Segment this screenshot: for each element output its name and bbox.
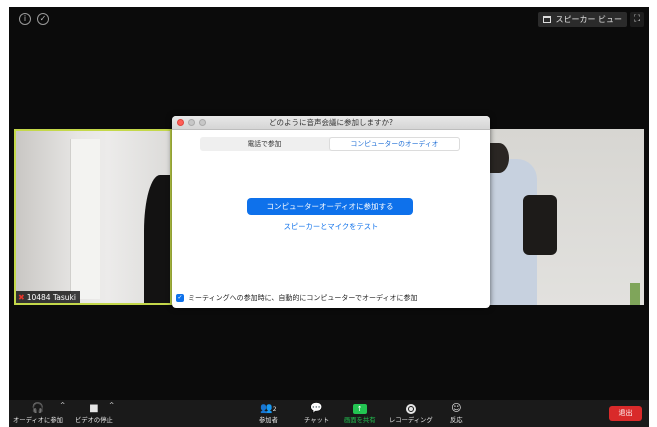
audio-options-caret-icon[interactable]: ^ (60, 402, 65, 409)
minimize-window-button[interactable] (188, 119, 195, 126)
record-button[interactable]: レコーディング (389, 402, 433, 424)
meeting-toolbar: 🎧 オーディオに参加 ^ ■ ビデオの停止 ^ 👥2 参加者 💬 チャット ↑ … (9, 400, 649, 427)
audio-tabs: 電話で参加 コンピューターのオーディオ (200, 137, 460, 151)
video-background-plant (630, 283, 640, 305)
reaction-icon: ☺ (451, 403, 462, 414)
view-grid-icon (543, 16, 552, 23)
chat-label: チャット (304, 417, 330, 424)
share-screen-icon: ↑ (352, 404, 367, 414)
dialog-title: どのように音声会議に参加しますか? (269, 118, 393, 127)
tab-computer-audio[interactable]: コンピューターのオーディオ (329, 137, 460, 151)
reactions-button[interactable]: ☺ 反応 (450, 402, 463, 424)
speaker-view-label: スピーカー ビュー (555, 15, 622, 24)
participants-button[interactable]: 👥2 参加者 (259, 402, 278, 424)
zoom-window-button[interactable] (199, 119, 206, 126)
auto-join-audio-option[interactable]: ✓ ミーティングへの参加時に、自動的にコンピューターでオーディオに参加 (176, 293, 417, 303)
dialog-titlebar: どのように音声会議に参加しますか? (172, 116, 490, 130)
headphones-icon: 🎧 (31, 403, 45, 414)
test-speaker-mic-link[interactable]: スピーカーとマイクをテスト (172, 222, 490, 232)
participant-name-tag: ✖ 10484 Tasuki (16, 291, 80, 303)
stop-video-button[interactable]: ■ ビデオの停止 (75, 402, 113, 424)
video-participant-head (489, 143, 509, 173)
join-audio-button[interactable]: 🎧 オーディオに参加 (13, 402, 63, 424)
window-controls (177, 119, 206, 126)
chat-icon: 💬 (310, 403, 323, 414)
record-label: レコーディング (389, 417, 433, 424)
participant-video-tile-left[interactable]: ✖ 10484 Tasuki (14, 129, 172, 305)
join-computer-audio-button[interactable]: コンピューターオーディオに参加する (247, 198, 413, 215)
share-screen-label: 画面を共有 (344, 417, 376, 424)
speaker-view-button[interactable]: スピーカー ビュー (538, 12, 627, 27)
top-left-icons: i ✓ (19, 13, 49, 25)
auto-join-label: ミーティングへの参加時に、自動的にコンピューターでオーディオに参加 (188, 294, 418, 302)
people-glyph: 👥 (260, 403, 273, 414)
people-icon: 👥2 (260, 402, 276, 415)
participant-video-tile-right[interactable] (489, 129, 644, 305)
participant-count: 2 (272, 406, 277, 413)
video-background-chair (523, 195, 557, 255)
video-participant-figure (144, 175, 170, 303)
fullscreen-icon[interactable]: ⛶ (630, 12, 644, 27)
video-background-door (70, 139, 100, 299)
encryption-shield-icon[interactable]: ✓ (37, 13, 49, 25)
tab-phone-call[interactable]: 電話で参加 (200, 137, 329, 151)
record-icon (405, 404, 416, 414)
camera-icon: ■ (89, 403, 99, 414)
meeting-info-icon[interactable]: i (19, 13, 31, 25)
video-options-caret-icon[interactable]: ^ (109, 402, 114, 409)
participants-label: 参加者 (259, 417, 278, 424)
close-window-button[interactable] (177, 119, 184, 126)
mic-muted-icon: ✖ (18, 292, 25, 302)
chat-button[interactable]: 💬 チャット (304, 402, 329, 424)
auto-join-checkbox[interactable]: ✓ (176, 294, 184, 302)
leave-meeting-button[interactable]: 退出 (609, 406, 642, 421)
reactions-label: 反応 (450, 417, 463, 424)
participant-name: 10484 Tasuki (26, 292, 76, 302)
stop-video-label: ビデオの停止 (75, 417, 113, 424)
audio-join-dialog: どのように音声会議に参加しますか? 電話で参加 コンピューターのオーディオ コン… (172, 116, 490, 308)
share-screen-button[interactable]: ↑ 画面を共有 (344, 402, 375, 424)
zoom-meeting-window: i ✓ スピーカー ビュー ⛶ ✖ 10484 Tasuki どのように音声会議… (9, 7, 649, 427)
join-audio-label: オーディオに参加 (13, 417, 63, 424)
